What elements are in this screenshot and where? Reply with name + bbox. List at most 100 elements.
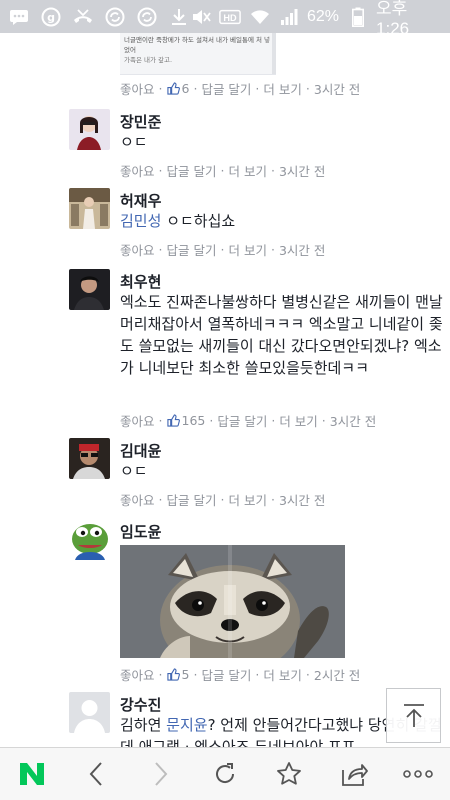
image-text-line: 너글맨이란 죽창메가 하도 설쳐서 내가 베일통에 처 넣 <box>124 36 271 44</box>
comment-author[interactable]: 허재우 <box>120 190 161 211</box>
sync-icon <box>136 6 158 28</box>
like-count-value: 165 <box>181 413 206 428</box>
chat-bubble-icon <box>8 6 30 28</box>
separator-dot: · <box>255 81 260 96</box>
separator-dot: · <box>270 242 275 257</box>
comment-actions: 좋아요 · 6 · 답글 달기 · 더 보기 · 3시간 전 <box>120 79 360 98</box>
separator-dot: · <box>270 492 275 507</box>
comment-actions: 좋아요 · 5 · 답글 달기 · 더 보기 · 2시간 전 <box>120 665 360 684</box>
status-bar: g HD 62% 오후 1:26 <box>0 0 450 38</box>
separator-dot: · <box>158 492 163 507</box>
separator-dot: · <box>305 667 310 682</box>
avatar[interactable] <box>69 438 110 479</box>
download-icon <box>168 6 190 28</box>
naver-home-button[interactable] <box>0 748 64 800</box>
reply-button[interactable]: 답글 달기 <box>167 490 217 509</box>
more-button[interactable]: 더 보기 <box>263 79 301 98</box>
forward-button[interactable] <box>129 748 193 800</box>
avatar[interactable] <box>69 188 110 229</box>
sync-icon <box>104 6 126 28</box>
like-count-value: 6 <box>181 81 190 96</box>
like-button[interactable]: 좋아요 <box>120 490 155 509</box>
comment-body: 김하연 <box>120 716 167 734</box>
separator-dot: · <box>158 81 163 96</box>
comment-author[interactable]: 임도윤 <box>120 521 161 542</box>
reply-button[interactable]: 답글 달기 <box>167 161 217 180</box>
back-button[interactable] <box>64 748 128 800</box>
raccoon-photo[interactable] <box>120 545 345 658</box>
comment-thread: 너글맨이란 죽창메가 하도 설쳐서 내가 베일통에 처 넣 었어 가족은 내가 … <box>0 33 450 747</box>
like-button[interactable]: 좋아요 <box>120 411 155 430</box>
separator-dot: · <box>270 163 275 178</box>
comment-text: ㅇㄷ <box>120 133 148 151</box>
like-button[interactable]: 좋아요 <box>120 665 155 684</box>
separator-dot: · <box>220 242 225 257</box>
comment-time: 3시간 전 <box>278 493 326 508</box>
mention-link[interactable]: 문지윤 <box>166 716 207 734</box>
comment-author[interactable]: 김대윤 <box>120 440 161 461</box>
more-button[interactable]: 더 보기 <box>228 161 266 180</box>
image-text-line: 었어 <box>124 46 136 54</box>
more-button[interactable]: 더 보기 <box>228 240 266 259</box>
comment-time: 3시간 전 <box>278 243 326 258</box>
separator-dot: · <box>158 163 163 178</box>
like-count[interactable]: 6 <box>166 81 190 96</box>
refresh-button[interactable] <box>193 748 257 800</box>
separator-dot: · <box>305 81 310 96</box>
separator-dot: · <box>158 413 163 428</box>
wifi-icon <box>249 6 270 28</box>
browser-toolbar <box>0 747 450 800</box>
comment-time: 3시간 전 <box>313 82 361 97</box>
more-button[interactable]: 더 보기 <box>228 490 266 509</box>
scroll-to-top-button[interactable] <box>386 688 441 743</box>
bookmark-button[interactable] <box>257 748 321 800</box>
image-scroll-edge <box>272 33 276 74</box>
avatar[interactable] <box>69 269 110 310</box>
separator-dot: · <box>158 667 163 682</box>
reply-button[interactable]: 답글 달기 <box>201 665 251 684</box>
like-count[interactable]: 165 <box>166 413 206 428</box>
avatar[interactable] <box>69 109 110 150</box>
naver-logo-icon <box>20 763 45 785</box>
image-text-line: 가족은 내가 갚고. <box>124 56 173 64</box>
comment-author[interactable]: 장민준 <box>120 111 161 132</box>
comment-body: ㅇㄷ하십쇼 <box>166 212 236 230</box>
like-button[interactable]: 좋아요 <box>120 161 155 180</box>
separator-dot: · <box>193 81 198 96</box>
reply-button[interactable]: 답글 달기 <box>201 79 251 98</box>
mention-link[interactable]: 김민성 <box>120 212 161 230</box>
bookmark-star-icon <box>277 762 302 785</box>
more-button[interactable]: 더 보기 <box>263 665 301 684</box>
separator-dot: · <box>220 163 225 178</box>
like-button[interactable]: 좋아요 <box>120 240 155 259</box>
forward-icon <box>154 762 168 786</box>
notification-icons: g <box>8 6 190 28</box>
separator-dot: · <box>255 667 260 682</box>
comment-text: 김민성 ㅇㄷ하십쇼 <box>120 210 445 232</box>
avatar-placeholder[interactable] <box>69 692 110 733</box>
comment-author[interactable]: 최우현 <box>120 271 161 292</box>
hd-icon: HD <box>219 6 241 28</box>
g-circle-icon: g <box>40 6 62 28</box>
thumbs-up-icon <box>166 414 180 427</box>
like-count[interactable]: 5 <box>166 667 189 682</box>
missed-call-icon <box>72 6 94 28</box>
svg-text:HD: HD <box>223 13 237 23</box>
share-button[interactable] <box>321 748 385 800</box>
arrow-up-icon <box>403 703 424 727</box>
like-button[interactable]: 좋아요 <box>120 79 155 98</box>
thumbs-up-icon <box>166 82 180 95</box>
reply-button[interactable]: 답글 달기 <box>167 240 217 259</box>
comment-time: 2시간 전 <box>313 668 361 683</box>
share-icon <box>341 764 368 786</box>
separator-dot: · <box>321 413 326 428</box>
comment-author[interactable]: 강수진 <box>120 694 161 715</box>
avatar[interactable] <box>69 519 110 560</box>
back-icon <box>90 762 103 786</box>
comment-actions: 좋아요 · 165 · 답글 달기 · 더 보기 · 3시간 전 <box>120 411 376 430</box>
more-button[interactable]: 더 보기 <box>279 411 317 430</box>
separator-dot: · <box>158 242 163 257</box>
shared-image[interactable]: 너글맨이란 죽창메가 하도 설쳐서 내가 베일통에 처 넣 었어 가족은 내가 … <box>120 33 276 75</box>
more-menu-button[interactable] <box>386 748 450 800</box>
reply-button[interactable]: 답글 달기 <box>217 411 267 430</box>
